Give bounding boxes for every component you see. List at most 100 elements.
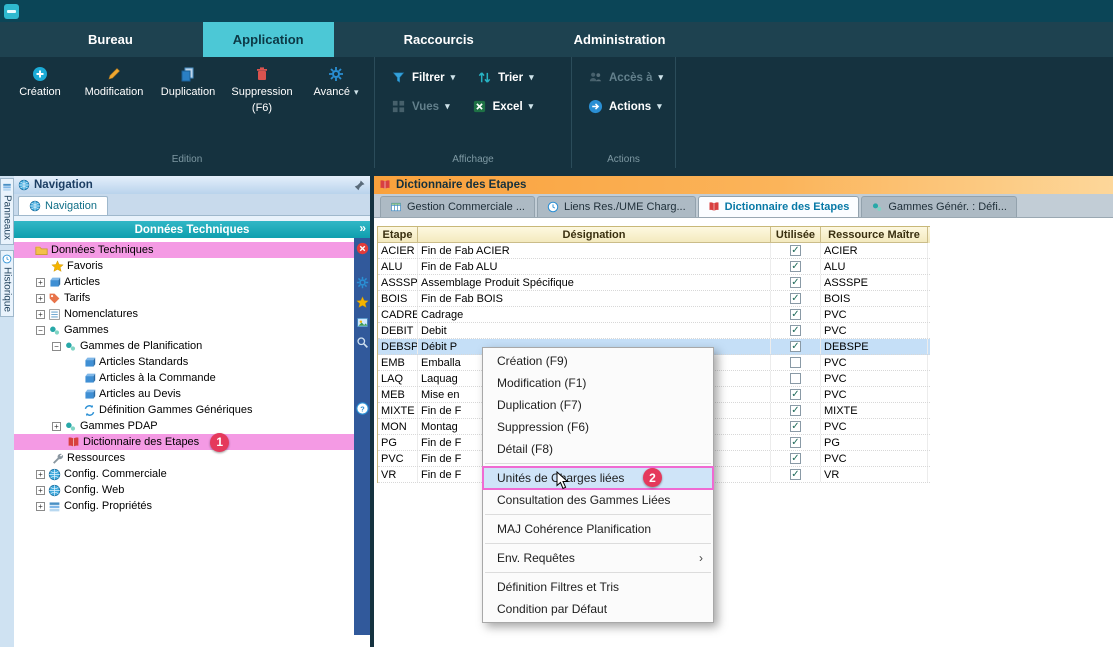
utilisee-checkbox[interactable]: ✓ — [790, 341, 801, 352]
tree-item-config-web[interactable]: +Config. Web — [14, 482, 354, 498]
ribbon-button-actions[interactable]: Actions▾ — [588, 99, 662, 114]
utilisee-checkbox[interactable]: ✓ — [790, 277, 801, 288]
context-menu-item-suppression-f6[interactable]: Suppression (F6) — [483, 416, 713, 438]
tree-item-dictionnaire-des-etapes[interactable]: Dictionnaire des Etapes1 — [14, 434, 354, 450]
question-icon[interactable]: ? — [356, 402, 369, 415]
magnifier-icon[interactable] — [356, 336, 369, 349]
chevron-down-icon[interactable]: ▾ — [445, 101, 450, 112]
utilisee-checkbox[interactable]: ✓ — [790, 293, 801, 304]
chevron-down-icon[interactable]: ▾ — [658, 72, 663, 83]
context-menu-item-condition-par-defaut[interactable]: Condition par Défaut — [483, 598, 713, 620]
tree-expander-icon[interactable]: − — [36, 326, 45, 335]
context-menu-item-env-requetes[interactable]: Env. Requêtes› — [483, 547, 713, 569]
tree-item-articles[interactable]: +Articles — [14, 274, 354, 290]
tree-item-articles-a-la-commande[interactable]: Articles à la Commande — [14, 370, 354, 386]
ribbon-button-filtrer[interactable]: Filtrer▾ — [391, 70, 455, 85]
table-row-debit[interactable]: DEBITDebit✓PVC — [378, 323, 930, 339]
ribbon-button-avance[interactable]: Avancé▾ — [302, 66, 370, 114]
table-row-bois[interactable]: BOISFin de Fab BOIS✓BOIS — [378, 291, 930, 307]
ribbon-button-excel[interactable]: Excel▾ — [472, 99, 534, 114]
tree-item-definition-gammes-generiques[interactable]: Définition Gammes Génériques — [14, 402, 354, 418]
context-menu-item-modification-f1[interactable]: Modification (F1) — [483, 372, 713, 394]
side-tab-historique[interactable]: Historique — [0, 250, 14, 317]
utilisee-checkbox[interactable]: ✓ — [790, 325, 801, 336]
doc-tab-gestion-commerciale[interactable]: Gestion Commerciale ... — [380, 196, 535, 217]
column-header-utilisee[interactable]: Utilisée — [771, 227, 821, 243]
menu-tab-bureau[interactable]: Bureau — [58, 22, 163, 57]
table-row-asssp[interactable]: ASSSPAssemblage Produit Spécifique✓ASSSP… — [378, 275, 930, 291]
tree-expander-icon[interactable]: + — [36, 278, 45, 287]
ribbon-button-suppression[interactable]: Suppression(F6) — [228, 66, 296, 114]
ribbon-button-modification[interactable]: Modification — [80, 66, 148, 114]
app-icon[interactable] — [4, 4, 19, 19]
utilisee-checkbox[interactable]: ✓ — [790, 389, 801, 400]
column-header-ressource-maitre[interactable]: Ressource Maître — [821, 227, 928, 243]
menu-tab-raccourcis[interactable]: Raccourcis — [374, 22, 504, 57]
table-row-cadre[interactable]: CADRECadrage✓PVC — [378, 307, 930, 323]
column-header-etape[interactable]: Etape — [378, 227, 418, 243]
tree-item-donnees-techniques[interactable]: Données Techniques — [14, 242, 354, 258]
chevron-down-icon[interactable]: ▾ — [657, 101, 662, 112]
gear-icon[interactable] — [356, 276, 369, 289]
chevron-down-icon[interactable]: ▾ — [529, 72, 534, 83]
menu-tab-administration[interactable]: Administration — [544, 22, 696, 57]
context-menu-item-maj-coherence-planification[interactable]: MAJ Cohérence Planification — [483, 518, 713, 540]
ribbon-button-acces-a[interactable]: Accès à▾ — [588, 70, 663, 85]
doc-tab-liens-res-ume-charg[interactable]: Liens Res./UME Charg... — [537, 196, 696, 217]
tree-item-nomenclatures[interactable]: +Nomenclatures — [14, 306, 354, 322]
doc-tab-gammes-gener-defi[interactable]: Gammes Génér. : Défi... — [861, 196, 1017, 217]
tree-expander-icon[interactable]: − — [52, 342, 61, 351]
table-row-alu[interactable]: ALUFin de Fab ALU✓ALU — [378, 259, 930, 275]
context-menu-item-unites-de-charges-liees[interactable]: Unités de Charges liées2 — [483, 467, 713, 489]
close-red-icon[interactable] — [356, 242, 369, 255]
context-menu-item-detail-f8[interactable]: Détail (F8) — [483, 438, 713, 460]
utilisee-checkbox[interactable]: ✓ — [790, 245, 801, 256]
ribbon-button-vues[interactable]: Vues▾ — [391, 99, 450, 114]
utilisee-checkbox[interactable]: ✓ — [790, 261, 801, 272]
utilisee-checkbox[interactable] — [790, 357, 801, 368]
tree-item-config-commerciale[interactable]: +Config. Commerciale — [14, 466, 354, 482]
utilisee-checkbox[interactable]: ✓ — [790, 421, 801, 432]
utilisee-checkbox[interactable]: ✓ — [790, 405, 801, 416]
ribbon-button-creation[interactable]: Création — [6, 66, 74, 114]
tree-item-ressources[interactable]: Ressources — [14, 450, 354, 466]
tree-item-gammes[interactable]: −Gammes — [14, 322, 354, 338]
menu-tab-application[interactable]: Application — [203, 22, 334, 57]
column-header-designation[interactable]: Désignation — [418, 227, 771, 243]
context-menu-item-consultation-des-gammes-liees[interactable]: Consultation des Gammes Liées — [483, 489, 713, 511]
context-menu-item-creation-f9[interactable]: Création (F9) — [483, 350, 713, 372]
tab-navigation[interactable]: Navigation — [18, 196, 108, 215]
utilisee-checkbox[interactable]: ✓ — [790, 469, 801, 480]
tree-item-articles-au-devis[interactable]: Articles au Devis — [14, 386, 354, 402]
context-menu-item-duplication-f7[interactable]: Duplication (F7) — [483, 394, 713, 416]
tree-expander-icon[interactable]: + — [36, 310, 45, 319]
collapse-panel-button[interactable]: » — [359, 221, 366, 235]
table-row-acier[interactable]: ACIERFin de Fab ACIER✓ACIER — [378, 243, 930, 259]
utilisee-checkbox[interactable] — [790, 373, 801, 384]
tree-expander-icon[interactable]: + — [36, 486, 45, 495]
chevron-down-icon[interactable]: ▾ — [529, 101, 534, 112]
tree-item-favoris[interactable]: Favoris — [14, 258, 354, 274]
side-tab-panneaux[interactable]: Panneaux — [0, 178, 14, 245]
utilisee-checkbox[interactable]: ✓ — [790, 453, 801, 464]
tree-item-config-proprietes[interactable]: +Config. Propriétés — [14, 498, 354, 514]
pin-icon[interactable] — [354, 179, 366, 191]
chevron-down-icon[interactable]: ▾ — [354, 87, 359, 98]
tree-item-gammes-pdap[interactable]: +Gammes PDAP — [14, 418, 354, 434]
image-icon[interactable] — [356, 316, 369, 329]
tree-expander-icon[interactable]: + — [52, 422, 61, 431]
doc-tab-dictionnaire-des-etapes[interactable]: Dictionnaire des Etapes — [698, 196, 860, 217]
tree-item-articles-standards[interactable]: Articles Standards — [14, 354, 354, 370]
context-menu-item-definition-filtres-et-tris[interactable]: Définition Filtres et Tris — [483, 576, 713, 598]
tree-expander-icon[interactable]: + — [36, 502, 45, 511]
ribbon-button-duplication[interactable]: Duplication — [154, 66, 222, 114]
tree-item-gammes-de-planification[interactable]: −Gammes de Planification — [14, 338, 354, 354]
tree-expander-icon[interactable]: + — [36, 470, 45, 479]
utilisee-checkbox[interactable]: ✓ — [790, 309, 801, 320]
ribbon-button-trier[interactable]: Trier▾ — [477, 70, 533, 85]
utilisee-checkbox[interactable]: ✓ — [790, 437, 801, 448]
tree-expander-icon[interactable]: + — [36, 294, 45, 303]
star-icon[interactable] — [356, 296, 369, 309]
chevron-down-icon[interactable]: ▾ — [451, 72, 456, 83]
tree-item-tarifs[interactable]: +Tarifs — [14, 290, 354, 306]
